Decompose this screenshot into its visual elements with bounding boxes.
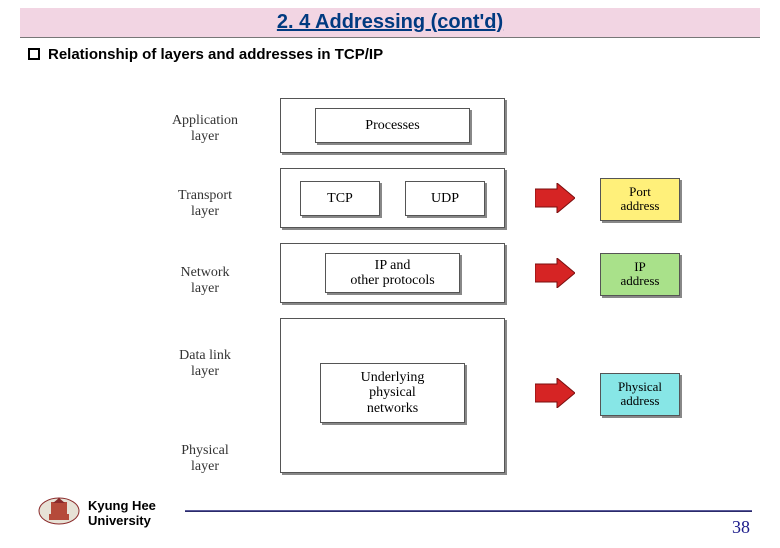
university-name: Kyung HeeUniversity (88, 499, 156, 529)
arrow-port (535, 183, 575, 213)
addr-ip: IPaddress (600, 253, 680, 296)
page-number: 38 (732, 517, 750, 538)
box-udp: UDP (405, 181, 485, 216)
box-processes: Processes (315, 108, 470, 143)
arrow-ip (535, 258, 575, 288)
box-underlying: Underlyingphysicalnetworks (320, 363, 465, 423)
label-transport-layer: Transportlayer (160, 188, 250, 220)
bullet-line: Relationship of layers and addresses in … (28, 46, 780, 63)
slide-title: 2. 4 Addressing (cont'd) (277, 11, 503, 33)
box-tcp: TCP (300, 181, 380, 216)
title-bar: 2. 4 Addressing (cont'd) (20, 8, 760, 38)
footer: Kyung HeeUniversity 38 (0, 496, 780, 540)
label-network-layer: Networklayer (160, 265, 250, 297)
label-application-layer: Applicationlayer (160, 113, 250, 145)
diagram: Applicationlayer Transportlayer Networkl… (160, 93, 720, 488)
footer-divider (185, 510, 752, 512)
label-physical-layer: Physicallayer (160, 443, 250, 475)
addr-port: Portaddress (600, 178, 680, 221)
box-ip: IP andother protocols (325, 253, 460, 293)
label-datalink-layer: Data linklayer (160, 348, 250, 380)
addr-physical: Physicaladdress (600, 373, 680, 416)
bullet-text: Relationship of layers and addresses in … (48, 46, 383, 63)
arrow-physical (535, 378, 575, 408)
university-logo-icon (38, 496, 80, 526)
bullet-icon (28, 48, 40, 60)
